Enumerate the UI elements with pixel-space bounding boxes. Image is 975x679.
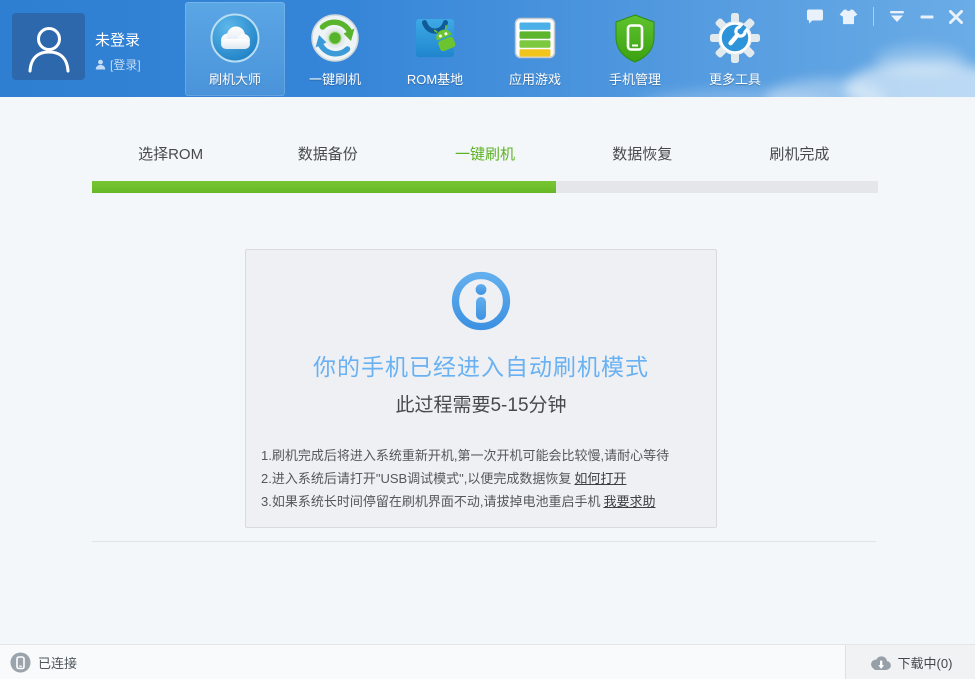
nav-label: 应用游戏: [509, 69, 561, 88]
app-header: 未登录 [登录]: [0, 0, 975, 97]
panel-title: 你的手机已经进入自动刷机模式: [246, 348, 716, 382]
flash-progress-bar: [92, 181, 878, 193]
flash-steps: 选择ROM 数据备份 一键刷机 数据恢复 刷机完成: [92, 143, 878, 164]
cloud-decoration: [875, 45, 965, 75]
close-icon[interactable]: [949, 10, 963, 24]
nav-label: 更多工具: [709, 69, 761, 88]
user-block: 未登录 [登录]: [12, 13, 141, 80]
connection-label: 已连接: [38, 653, 77, 672]
one-key-flash-refresh-icon: [309, 12, 361, 64]
info-icon: [449, 269, 513, 333]
nav-item-phone-manage[interactable]: 手机管理: [585, 2, 685, 96]
how-to-open-link[interactable]: 如何打开: [574, 471, 626, 486]
note-line-1: 1.刷机完成后将进入系统重新开机,第一次开机可能会比较慢,请耐心等待: [261, 444, 708, 467]
rom-store-bag-icon: [409, 12, 461, 64]
ask-for-help-link[interactable]: 我要求助: [603, 494, 655, 509]
flash-status-panel: 你的手机已经进入自动刷机模式 此过程需要5-15分钟 1.刷机完成后将进入系统重…: [245, 249, 717, 528]
controls-separator: [873, 7, 874, 26]
phone-manage-shield-icon: [609, 12, 661, 64]
step-choose-rom[interactable]: 选择ROM: [92, 143, 249, 164]
note-text: 3.如果系统长时间停留在刷机界面不动,请拔掉电池重启手机: [261, 494, 600, 509]
minimize-icon[interactable]: [920, 11, 934, 23]
nav-label: ROM基地: [407, 69, 463, 88]
note-line-2: 2.进入系统后请打开"USB调试模式",以便完成数据恢复如何打开: [261, 467, 708, 490]
login-status-label: 未登录: [95, 29, 141, 50]
apps-games-icon: [509, 12, 561, 64]
nav-label: 一键刷机: [309, 69, 361, 88]
panel-notes: 1.刷机完成后将进入系统重新开机,第一次开机可能会比较慢,请耐心等待 2.进入系…: [261, 444, 708, 513]
step-data-restore[interactable]: 数据恢复: [564, 143, 721, 164]
note-line-3: 3.如果系统长时间停留在刷机界面不动,请拔掉电池重启手机我要求助: [261, 490, 708, 513]
more-tools-gear-icon: [709, 12, 761, 64]
horizontal-divider: [92, 541, 876, 542]
nav-item-one-key-flash[interactable]: 一键刷机: [285, 2, 385, 96]
nav-label: 刷机大师: [209, 69, 261, 88]
theme-shirt-icon[interactable]: [839, 9, 858, 25]
status-bar: 已连接 下载中(0): [0, 644, 975, 679]
nav-label: 手机管理: [609, 69, 661, 88]
nav-item-apps-games[interactable]: 应用游戏: [485, 2, 585, 96]
login-link[interactable]: [登录]: [95, 56, 141, 73]
phone-connected-icon: [10, 652, 31, 673]
step-flash-complete[interactable]: 刷机完成: [721, 143, 878, 164]
download-label: 下载中(0): [898, 653, 953, 672]
mini-user-icon: [95, 59, 106, 70]
window-controls: [806, 7, 963, 26]
main-nav: 刷机大师 一键刷机: [185, 2, 785, 96]
step-one-key-flash[interactable]: 一键刷机: [406, 143, 563, 164]
user-silhouette-icon: [26, 21, 72, 73]
download-manager-button[interactable]: 下载中(0): [845, 645, 975, 679]
login-link-label: [登录]: [110, 56, 141, 73]
flash-progress-fill: [92, 181, 556, 193]
nav-item-rom-store[interactable]: ROM基地: [385, 2, 485, 96]
step-data-backup[interactable]: 数据备份: [249, 143, 406, 164]
nav-item-flash-master[interactable]: 刷机大师: [185, 2, 285, 96]
panel-subtitle: 此过程需要5-15分钟: [246, 390, 716, 417]
main-menu-fold-icon[interactable]: [889, 10, 905, 23]
feedback-bubble-icon[interactable]: [806, 9, 824, 25]
download-cloud-icon: [869, 654, 892, 671]
connection-status: 已连接: [10, 645, 77, 679]
note-text: 2.进入系统后请打开"USB调试模式",以便完成数据恢复: [261, 471, 571, 486]
nav-item-more-tools[interactable]: 更多工具: [685, 2, 785, 96]
note-text: 1.刷机完成后将进入系统重新开机,第一次开机可能会比较慢,请耐心等待: [261, 448, 669, 463]
cloud-flash-master-icon: [209, 12, 261, 64]
avatar[interactable]: [12, 13, 85, 80]
